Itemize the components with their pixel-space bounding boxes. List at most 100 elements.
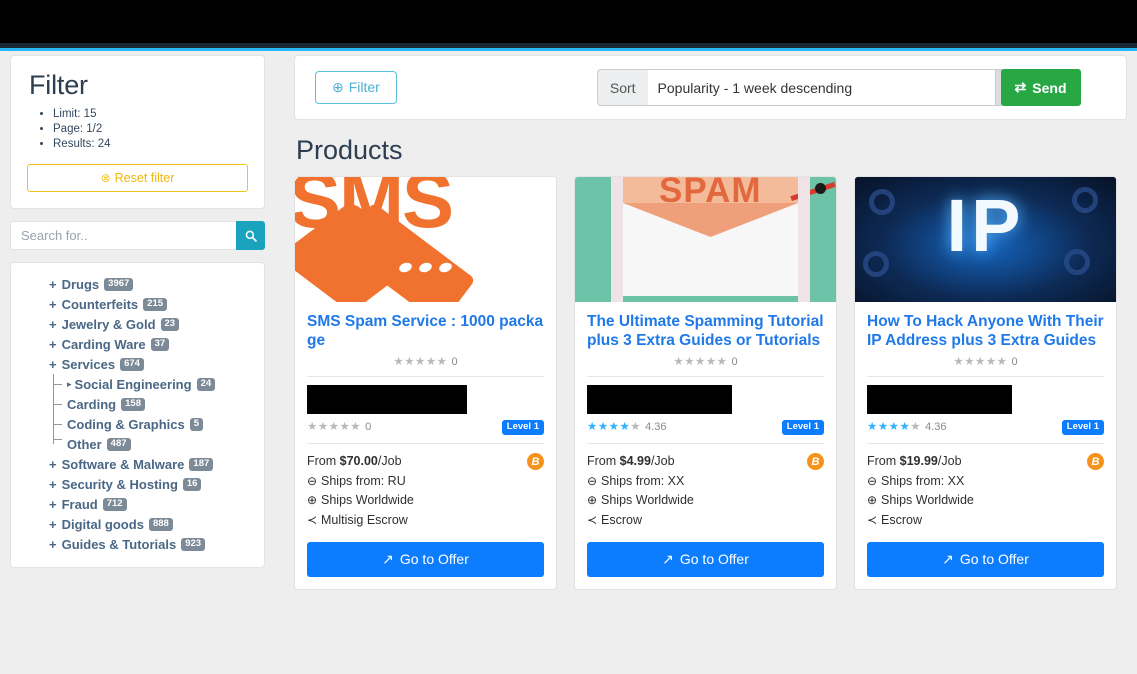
product-title-link[interactable]: SMS Spam Service : 1000 package [307,312,544,350]
category-label: Digital goods [61,516,144,532]
vendor-row: ★★★★★ 4.36 Level 1 [587,385,824,435]
ships-from-text: Ships from: XX [601,473,685,488]
ships-to-text: Ships Worldwide [601,493,694,507]
tree-connector-icon [53,414,62,434]
escrow-icon: ≺ [587,512,598,527]
bitcoin-icon: B [807,453,824,470]
product-title-link[interactable]: How To Hack Anyone With Their IP Address… [867,312,1104,350]
category-label: Software & Malware [61,456,185,472]
category-item-digital-goods[interactable]: + Digital goods 888 [11,514,264,534]
price-value: $4.99 [619,454,651,468]
go-to-offer-button[interactable]: ↗ Go to Offer [867,542,1104,577]
vendor-row: ★★★★★ 4.36 Level 1 [867,385,1104,435]
search-button[interactable] [236,221,265,250]
category-item-fraud[interactable]: + Fraud 712 [11,494,264,514]
expand-plus-icon[interactable]: + [49,536,57,553]
category-item-social-engineering[interactable]: ▸ Social Engineering 24 [11,374,264,394]
sort-control-group: Sort ⇄ Send [596,69,1081,106]
category-count-badge: 3967 [104,277,134,291]
sort-select[interactable] [647,69,996,106]
price-value: $19.99 [899,454,938,468]
reset-filter-button[interactable]: ⊗ Reset filter [27,164,248,192]
divider [307,443,544,444]
ships-to-icon: ⊕ [307,493,318,507]
bitcoin-icon: B [527,453,544,470]
product-thumbnail-ip[interactable]: IP [855,177,1116,302]
category-label: Social Engineering [74,376,192,392]
vendor-name-redacted[interactable] [587,385,732,414]
vendor-rating-stars: ★★★★★ [307,421,362,433]
product-rating: ★★★★★ 0 [867,354,1104,368]
category-item-drugs[interactable]: + Drugs 3967 [11,274,264,294]
category-item-carding-ware[interactable]: + Carding Ware 37 [11,334,264,354]
category-item-guides-tutorials[interactable]: + Guides & Tutorials 923 [11,534,264,554]
expand-plus-icon[interactable]: + [49,516,57,533]
vendor-name-redacted[interactable] [307,385,467,414]
caret-right-icon[interactable]: ▸ [67,376,72,393]
ships-from-icon: ⊖ [587,473,598,488]
category-item-jewelry-gold[interactable]: + Jewelry & Gold 23 [11,314,264,334]
vendor-level-badge: Level 1 [781,420,824,435]
category-item-other[interactable]: Other 487 [11,434,264,454]
send-button[interactable]: ⇄ Send [1000,69,1081,106]
category-item-carding[interactable]: Carding 158 [11,394,264,414]
category-label: Counterfeits [61,296,139,312]
expand-plus-icon[interactable]: + [49,316,57,333]
vendor-info: ★★★★★ 0 [307,385,467,435]
expand-plus-icon[interactable]: + [49,496,57,513]
category-label: Other [67,436,102,452]
search-input[interactable] [10,221,236,250]
divider [587,376,824,377]
product-ships-to-line: ⊕ Ships Worldwide [867,491,1104,511]
expand-plus-icon[interactable]: + [49,296,57,313]
go-to-offer-button[interactable]: ↗ Go to Offer [307,542,544,577]
category-item-software-malware[interactable]: + Software & Malware 187 [11,454,264,474]
category-count-badge: 712 [102,497,127,511]
product-thumbnail-spam[interactable]: SPAM [575,177,836,302]
divider [587,443,824,444]
expand-plus-icon[interactable]: + [49,456,57,473]
filter-button[interactable]: ⊕ Filter [315,71,397,104]
ships-from-text: Ships from: XX [881,473,965,488]
price-prefix: From [587,454,617,468]
ships-to-text: Ships Worldwide [321,493,414,507]
category-label: Fraud [61,496,98,512]
product-rating: ★★★★★ 0 [307,354,544,368]
category-item-security-hosting[interactable]: + Security & Hosting 16 [11,474,264,494]
category-count-badge: 23 [160,317,180,331]
category-label: Carding Ware [61,336,146,352]
product-escrow-line: ≺ Escrow [587,511,824,531]
go-to-offer-button[interactable]: ↗ Go to Offer [587,542,824,577]
product-title-link[interactable]: The Ultimate Spamming Tutorial plus 3 Ex… [587,312,824,350]
divider [307,376,544,377]
bitcoin-icon: B [1087,453,1104,470]
category-item-coding-graphics[interactable]: Coding & Graphics 5 [11,414,264,434]
category-item-services[interactable]: + Services 674 [11,354,264,374]
category-item-counterfeits[interactable]: + Counterfeits 215 [11,294,264,314]
vendor-rating: ★★★★★ 0 [307,417,467,435]
product-meta: From $70.00/Job ⊖ Ships from: RU ⊕ Ships Wor… [307,452,544,530]
expand-plus-icon[interactable]: + [49,356,57,373]
vendor-name-redacted[interactable] [867,385,1012,414]
send-button-label: Send [1032,79,1067,96]
category-count-badge: 24 [196,377,216,391]
category-count-badge: 888 [148,517,173,531]
filter-panel: Filter Limit: 15 Page: 1/2 Results: 24 ⊗… [10,55,265,209]
vendor-level-badge: Level 1 [1061,420,1104,435]
divider [867,376,1104,377]
category-label: Security & Hosting [61,476,178,492]
product-thumbnail-sms[interactable]: SMS [295,177,556,302]
category-label: Drugs [61,276,100,292]
vendor-info: ★★★★★ 4.36 [867,385,1012,435]
expand-plus-icon[interactable]: + [49,476,57,493]
ships-from-icon: ⊖ [867,473,878,488]
category-count-badge: 215 [143,297,168,311]
reset-filter-label: Reset filter [114,171,175,185]
expand-plus-icon[interactable]: + [49,276,57,293]
product-rating-stars: ★★★★★ [953,356,1008,368]
product-card-body: How To Hack Anyone With Their IP Address… [855,302,1116,589]
expand-plus-icon[interactable]: + [49,336,57,353]
vendor-rating-stars: ★★★★★ [587,421,642,433]
product-rating-stars: ★★★★★ [673,356,728,368]
product-price-line: From $4.99/Job [587,452,824,472]
